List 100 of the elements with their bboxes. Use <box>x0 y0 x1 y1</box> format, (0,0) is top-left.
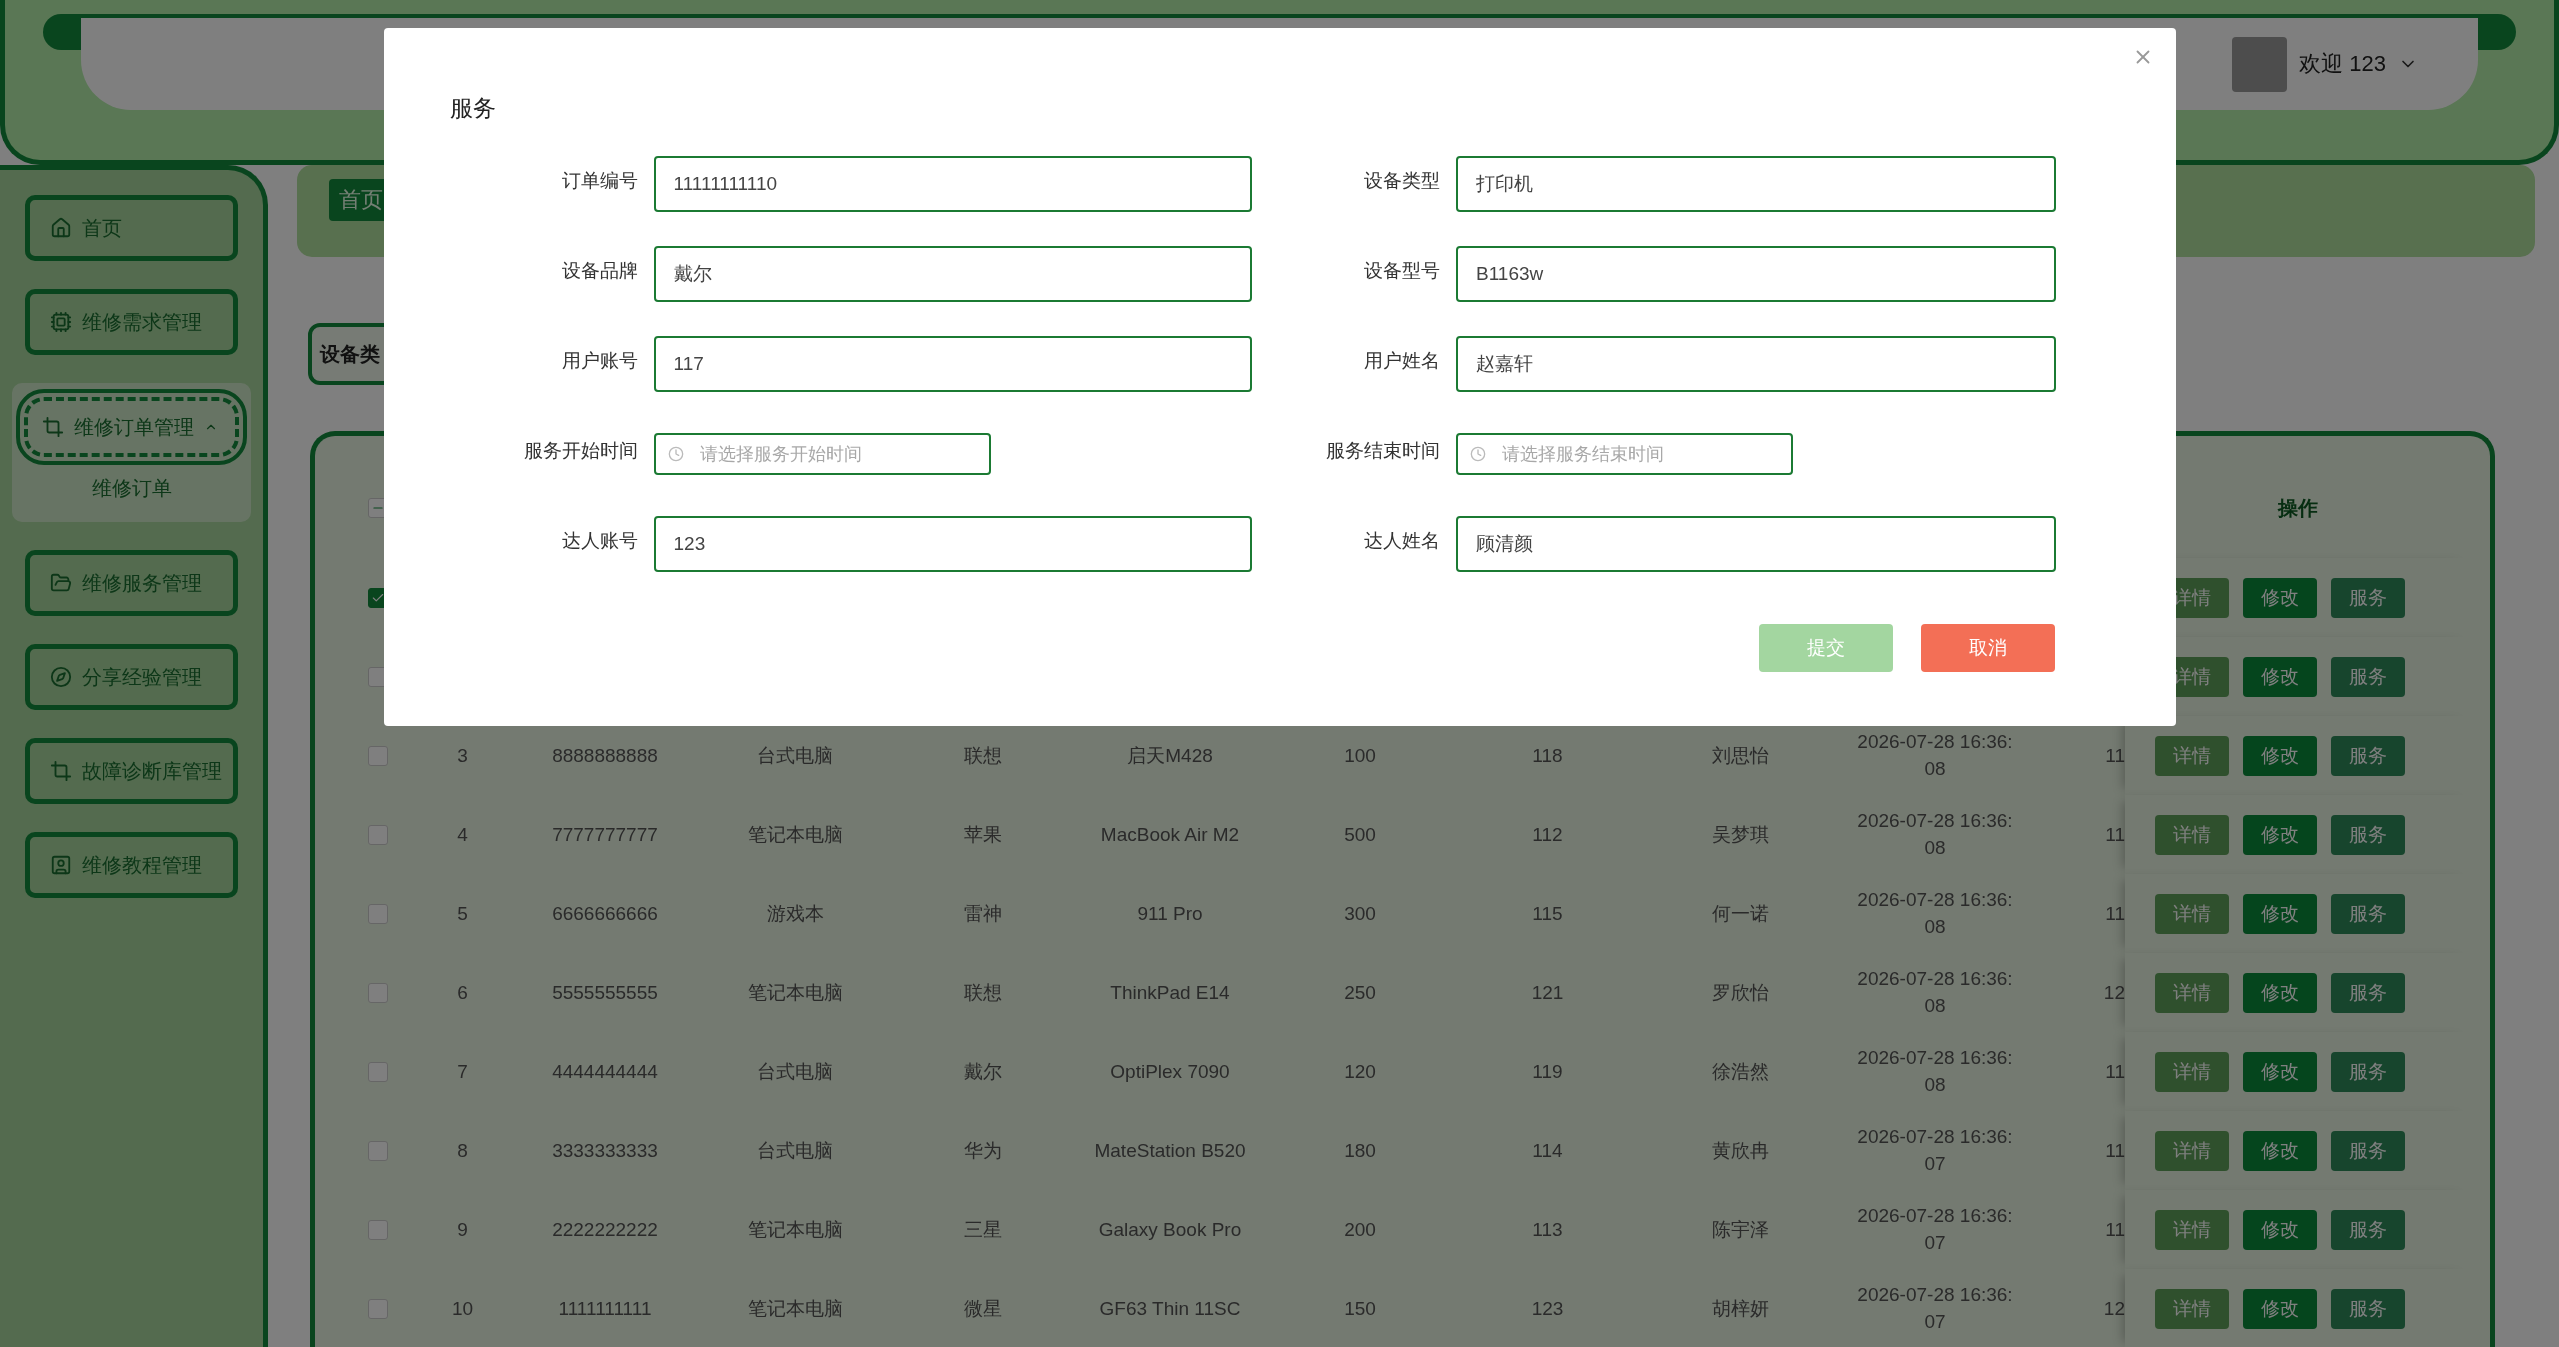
table-cell-text: 罗欣怡 <box>1711 980 1769 1005</box>
action-button[interactable]: 修改 <box>2243 656 2317 697</box>
table-cell: MateStation B520 <box>1094 1139 1246 1162</box>
table-cell: 2222222222 <box>552 1218 658 1241</box>
table-cell: 6666666666 <box>552 902 658 925</box>
table-cell: 250 <box>1344 981 1376 1004</box>
checkbox[interactable] <box>367 1298 388 1319</box>
input-field[interactable]: 11111111110 <box>653 156 1252 212</box>
action-button[interactable]: 详情 <box>2155 1209 2229 1250</box>
field-label: 达人账号 <box>560 529 638 553</box>
action-button[interactable]: 修改 <box>2243 1209 2317 1250</box>
table-cell: 8 <box>457 1139 468 1162</box>
action-button[interactable]: 服务 <box>2331 1209 2405 1250</box>
action-button[interactable]: 详情 <box>2155 1130 2229 1171</box>
table-cell-text: 2026-07-28 16:36:08 <box>1856 887 2014 939</box>
column-header: 操作 <box>2277 495 2318 521</box>
menu-item[interactable]: 维修服务管理 <box>25 550 238 616</box>
menu-item[interactable]: 故障诊断库管理 <box>25 738 238 804</box>
table-cell: 112 <box>1532 823 1563 846</box>
table-cell-text: 台式电脑 <box>757 743 833 768</box>
table-cell-text: 刘思怡 <box>1711 743 1769 768</box>
action-button[interactable]: 服务 <box>2331 1051 2405 1092</box>
menu-item[interactable]: 首页 <box>25 195 238 261</box>
input-field[interactable]: B1163w <box>1456 246 2056 302</box>
table-cell-text: 联想 <box>963 980 1002 1005</box>
table-cell-text: 吴梦琪 <box>1711 822 1769 847</box>
action-button[interactable]: 详情 <box>2155 1051 2229 1092</box>
table-cell: 11 <box>2105 823 2125 846</box>
table-cell-text: 笔记本电脑 <box>747 1217 843 1242</box>
action-button[interactable]: 修改 <box>2243 893 2317 934</box>
chip-icon <box>50 311 72 333</box>
table-cell-text: 2026-07-28 16:36:08 <box>1856 966 2014 1018</box>
table-cell: 150 <box>1344 1297 1376 1320</box>
filter-label: 设备类 <box>320 341 380 367</box>
action-button[interactable]: 详情 <box>2155 972 2229 1013</box>
checkbox[interactable] <box>367 1140 388 1161</box>
menu-item[interactable]: 维修需求管理 <box>25 289 238 355</box>
action-button[interactable]: 修改 <box>2243 1288 2317 1329</box>
action-button[interactable]: 服务 <box>2331 577 2405 618</box>
checkbox[interactable] <box>367 1061 388 1082</box>
action-button[interactable]: 服务 <box>2331 735 2405 776</box>
action-button[interactable]: 修改 <box>2243 735 2317 776</box>
avatar[interactable] <box>2232 36 2288 92</box>
table-cell: 113 <box>1532 1218 1563 1241</box>
action-button[interactable]: 修改 <box>2243 1130 2317 1171</box>
input-field[interactable]: 赵嘉轩 <box>1456 336 2056 392</box>
table-cell: 3 <box>457 744 468 767</box>
checkbox[interactable] <box>367 903 388 924</box>
checkbox[interactable] <box>367 745 388 766</box>
action-button[interactable]: 修改 <box>2243 972 2317 1013</box>
input-field[interactable]: 打印机 <box>1456 156 2056 212</box>
table-cell: 123 <box>1531 1297 1564 1320</box>
submenu-item[interactable]: 维修订单 <box>12 475 251 502</box>
action-button[interactable]: 修改 <box>2243 1051 2317 1092</box>
field-label: 达人姓名 <box>1363 529 1440 553</box>
submit-button[interactable]: 提交 <box>1759 624 1893 672</box>
input-field[interactable]: 123 <box>653 516 1252 572</box>
field-label: 服务结束时间 <box>1325 439 1440 463</box>
input-field[interactable]: 顾清颜 <box>1456 516 2056 572</box>
table-cell-text: 何一诺 <box>1711 901 1769 926</box>
action-button[interactable]: 修改 <box>2243 577 2317 618</box>
action-button[interactable]: 详情 <box>2155 735 2229 776</box>
table-cell-text: 游戏本 <box>766 901 824 926</box>
menu-item[interactable]: 分享经验管理 <box>25 644 238 710</box>
datetime-field[interactable]: 请选择服务开始时间 <box>654 433 991 475</box>
field-label: 服务开始时间 <box>523 439 638 463</box>
action-button[interactable]: 详情 <box>2155 1288 2229 1329</box>
table-cell-text: 笔记本电脑 <box>747 980 843 1005</box>
input-field[interactable]: 117 <box>653 336 1252 392</box>
menu-item[interactable]: 维修教程管理 <box>25 832 238 898</box>
table-cell-text: 2026-07-28 16:36:07 <box>1856 1124 2014 1176</box>
action-button[interactable]: 详情 <box>2155 814 2229 855</box>
checkbox[interactable] <box>367 1219 388 1240</box>
table-cell: 11 <box>2105 1060 2125 1083</box>
cancel-button[interactable]: 取消 <box>1921 624 2055 672</box>
action-button[interactable]: 服务 <box>2331 972 2405 1013</box>
table-cell: OptiPlex 7090 <box>1110 1060 1230 1083</box>
table-cell-text: 笔记本电脑 <box>747 1296 843 1321</box>
table-cell: 1111111111 <box>558 1297 652 1320</box>
crop-icon <box>50 760 72 782</box>
checkbox[interactable] <box>367 824 388 845</box>
action-button[interactable]: 详情 <box>2155 893 2229 934</box>
checkbox[interactable] <box>367 982 388 1003</box>
table-cell: 12 <box>2103 1297 2125 1320</box>
user-greeting[interactable]: 欢迎 123 <box>2299 49 2386 79</box>
action-button[interactable]: 服务 <box>2331 1130 2405 1171</box>
action-button[interactable]: 服务 <box>2331 656 2405 697</box>
table-cell: 11 <box>2105 744 2125 767</box>
datetime-field[interactable]: 请选择服务结束时间 <box>1456 433 1793 475</box>
home-icon <box>50 217 72 239</box>
action-button[interactable]: 服务 <box>2331 1288 2405 1329</box>
action-button[interactable]: 服务 <box>2331 893 2405 934</box>
field-label: 用户账号 <box>560 349 638 373</box>
input-field[interactable]: 戴尔 <box>653 246 1252 302</box>
action-button[interactable]: 修改 <box>2243 814 2317 855</box>
table-cell-text: 黄欣冉 <box>1711 1138 1769 1163</box>
table-cell: 11 <box>2105 902 2125 925</box>
table-cell: GF63 Thin 11SC <box>1099 1297 1241 1320</box>
action-button[interactable]: 服务 <box>2331 814 2405 855</box>
table-cell-text: 笔记本电脑 <box>747 822 843 847</box>
